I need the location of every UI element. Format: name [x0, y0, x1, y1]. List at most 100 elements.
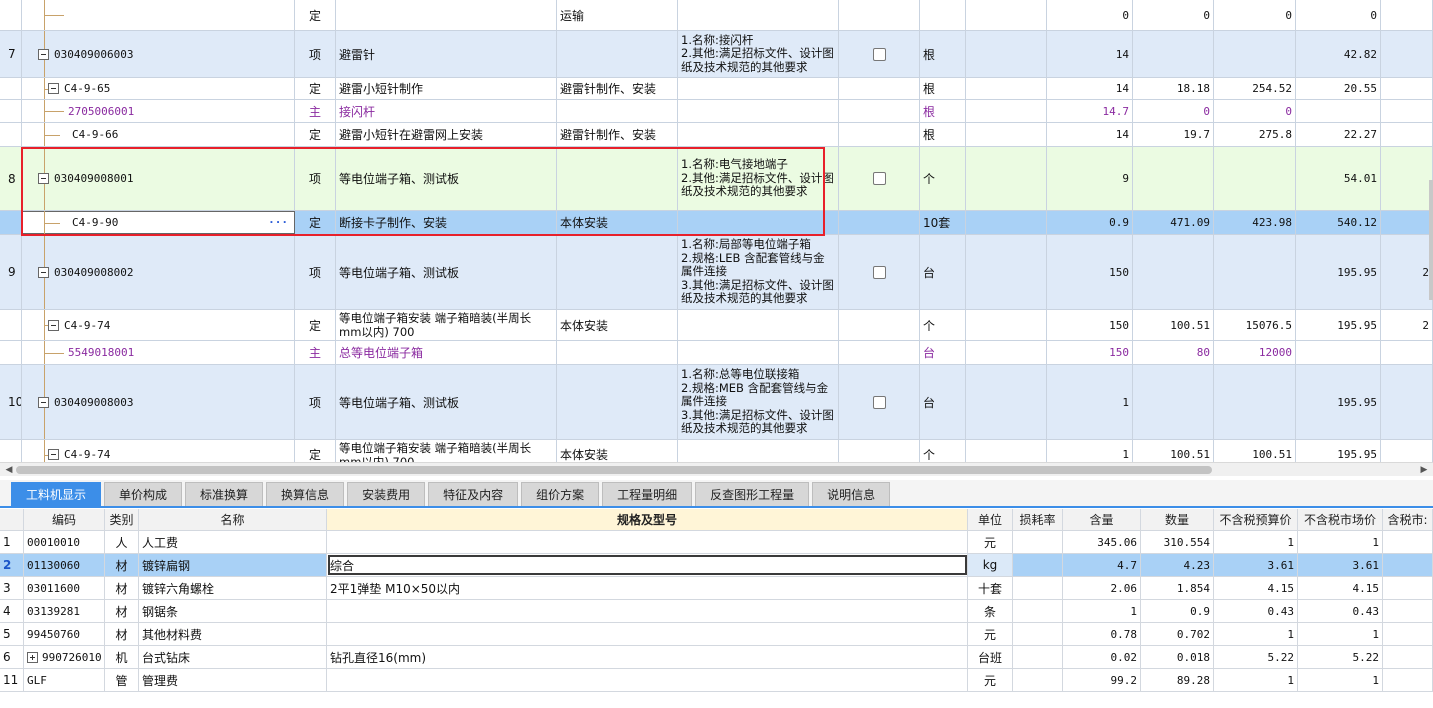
resource-quantity[interactable]: 310.554 [1141, 531, 1214, 553]
feature-description-cell[interactable] [678, 100, 839, 122]
resource-code[interactable]: 99450760 [24, 623, 105, 645]
quantity-cell[interactable]: 9 [1047, 147, 1133, 210]
feature-description-cell[interactable] [678, 123, 839, 146]
resource-quantity[interactable]: 1.854 [1141, 577, 1214, 599]
resource-spec[interactable] [327, 669, 968, 691]
resource-row[interactable]: 4 03139281 材钢锯条条 1 0.9 0.43 0.43 [0, 600, 1433, 623]
feature-description-cell[interactable]: 1.名称:总等电位联接箱 2.规格:MEB 含配套管线与金属件连接 3.其他:满足招… [678, 365, 839, 439]
work-content-cell[interactable] [557, 235, 678, 309]
feature-description-cell[interactable] [678, 78, 839, 99]
column-header[interactable]: 类别 [105, 509, 139, 530]
market-price[interactable]: 1 [1298, 669, 1383, 691]
feature-description-cell[interactable]: 1.名称:接闪杆 2.其他:满足招标文件、设计图纸及技术规范的其他要求 [678, 31, 839, 77]
tab-7[interactable]: 组价方案 [521, 482, 600, 506]
resource-unit[interactable]: 元 [968, 669, 1013, 691]
loss-rate[interactable] [1013, 623, 1063, 645]
code-cell[interactable]: C4-9-90 ··· [22, 211, 295, 234]
resource-row[interactable]: 1 00010010 人人工费元 345.06 310.554 1 1 [0, 531, 1433, 554]
work-content-cell[interactable]: 本体安装 [557, 440, 678, 462]
quantity-cell[interactable]: 150 [1047, 235, 1133, 309]
resource-quantity[interactable]: 4.23 [1141, 554, 1214, 576]
quantity-expression-cell[interactable] [966, 440, 1047, 462]
resource-spec[interactable]: 钻孔直径16(mm) [327, 646, 968, 668]
resource-category[interactable]: 人 [105, 531, 139, 553]
row-checkbox[interactable] [872, 265, 886, 279]
resource-quantity[interactable]: 0.018 [1141, 646, 1214, 668]
market-price[interactable]: 1 [1298, 531, 1383, 553]
resource-row[interactable]: 6 990726010 机台式钻床 钻孔直径16(mm) 台班 0.02 0.018 5.22… [0, 646, 1433, 669]
budget-price[interactable]: 1 [1214, 623, 1298, 645]
column-header[interactable] [0, 509, 24, 530]
name-cell[interactable] [336, 0, 557, 30]
quantity-cell[interactable]: 150 [1047, 310, 1133, 340]
quantity-expression-cell[interactable] [966, 341, 1047, 364]
code-cell[interactable]: C4-9-74 [22, 310, 295, 340]
bill-row[interactable]: 9 030409008002 项等电位端子箱、测试板 1.名称:局部等电位端子箱 2.规… [0, 235, 1433, 310]
resource-name[interactable]: 镀锌扁钢 [139, 554, 327, 576]
quantity-expression-cell[interactable] [966, 100, 1047, 122]
resource-content[interactable]: 2.06 [1063, 577, 1141, 599]
market-price[interactable]: 3.61 [1298, 554, 1383, 576]
resource-unit[interactable]: 条 [968, 600, 1013, 622]
code-cell[interactable]: 030409008001 [22, 147, 295, 210]
resource-content[interactable]: 345.06 [1063, 531, 1141, 553]
tab-8[interactable]: 工程量明细 [602, 482, 693, 506]
name-cell[interactable]: 等电位端子箱、测试板 [336, 365, 557, 439]
horizontal-scrollbar[interactable]: ◀ ▶ [0, 462, 1433, 476]
loss-rate[interactable] [1013, 554, 1063, 576]
budget-price[interactable]: 0.43 [1214, 600, 1298, 622]
tab-2[interactable]: 单价构成 [104, 482, 183, 506]
row-checkbox[interactable] [872, 47, 886, 61]
feature-description-cell[interactable] [678, 0, 839, 30]
name-cell[interactable]: 避雷小短针在避雷网上安装 [336, 123, 557, 146]
resource-name[interactable]: 镀锌六角螺栓 [139, 577, 327, 599]
resource-code[interactable]: 00010010 [24, 531, 105, 553]
name-cell[interactable]: 避雷小短针制作 [336, 78, 557, 99]
resource-name[interactable]: 人工费 [139, 531, 327, 553]
quantity-cell[interactable]: 0.9 [1047, 211, 1133, 234]
vertical-scrollbar-thumb[interactable] [1429, 180, 1433, 300]
resource-spec[interactable] [327, 531, 968, 553]
column-header[interactable]: 单位 [968, 509, 1013, 530]
quantity-expression-cell[interactable] [966, 310, 1047, 340]
resource-unit[interactable]: 台班 [968, 646, 1013, 668]
resource-content[interactable]: 0.78 [1063, 623, 1141, 645]
work-content-cell[interactable] [557, 31, 678, 77]
market-price[interactable]: 1 [1298, 623, 1383, 645]
budget-price[interactable]: 1 [1214, 669, 1298, 691]
arrow-left-icon[interactable]: ◀ [3, 465, 15, 475]
bill-row[interactable]: 10 030409008003 项等电位端子箱、测试板 1.名称:总等电位联接箱 2.规… [0, 365, 1433, 440]
feature-description-cell[interactable] [678, 211, 839, 234]
tab-1[interactable]: 工料机显示 [11, 482, 102, 506]
resource-name[interactable]: 台式钻床 [139, 646, 327, 668]
column-header[interactable]: 数量 [1141, 509, 1214, 530]
name-cell[interactable]: 等电位端子箱安装 端子箱暗装(半周长mm以内) 700 [336, 310, 557, 340]
horizontal-scrollbar-thumb[interactable] [16, 466, 1212, 474]
resource-category[interactable]: 材 [105, 554, 139, 576]
work-content-cell[interactable]: 本体安装 [557, 211, 678, 234]
name-cell[interactable]: 断接卡子制作、安装 [336, 211, 557, 234]
tab-5[interactable]: 安装费用 [347, 482, 426, 506]
feature-description-cell[interactable] [678, 341, 839, 364]
bill-row[interactable]: C4-9-90 ··· 定断接卡子制作、安装 本体安装 10套 0.9 471.09 423.… [0, 211, 1433, 235]
resource-code[interactable]: 03139281 [24, 600, 105, 622]
market-price[interactable]: 0.43 [1298, 600, 1383, 622]
tab-10[interactable]: 说明信息 [812, 482, 891, 506]
code-cell[interactable]: C4-9-74 [22, 440, 295, 462]
quantity-cell[interactable]: 150 [1047, 341, 1133, 364]
arrow-right-icon[interactable]: ▶ [1418, 465, 1430, 475]
quantity-cell[interactable]: 14 [1047, 123, 1133, 146]
code-cell[interactable]: 030409008002 [22, 235, 295, 309]
work-content-cell[interactable] [557, 100, 678, 122]
resource-quantity[interactable]: 0.9 [1141, 600, 1214, 622]
budget-price[interactable]: 4.15 [1214, 577, 1298, 599]
bill-row[interactable]: 5549018001 主总等电位端子箱 台 150 80 12000 [0, 341, 1433, 365]
work-content-cell[interactable]: 避雷针制作、安装 [557, 123, 678, 146]
plus-square-icon[interactable] [27, 651, 38, 663]
quantity-expression-cell[interactable] [966, 31, 1047, 77]
resource-name[interactable]: 其他材料费 [139, 623, 327, 645]
budget-price[interactable]: 3.61 [1214, 554, 1298, 576]
budget-price[interactable]: 1 [1214, 531, 1298, 553]
resource-row[interactable]: 5 99450760 材其他材料费元 0.78 0.702 1 1 [0, 623, 1433, 646]
name-cell[interactable]: 避雷针 [336, 31, 557, 77]
